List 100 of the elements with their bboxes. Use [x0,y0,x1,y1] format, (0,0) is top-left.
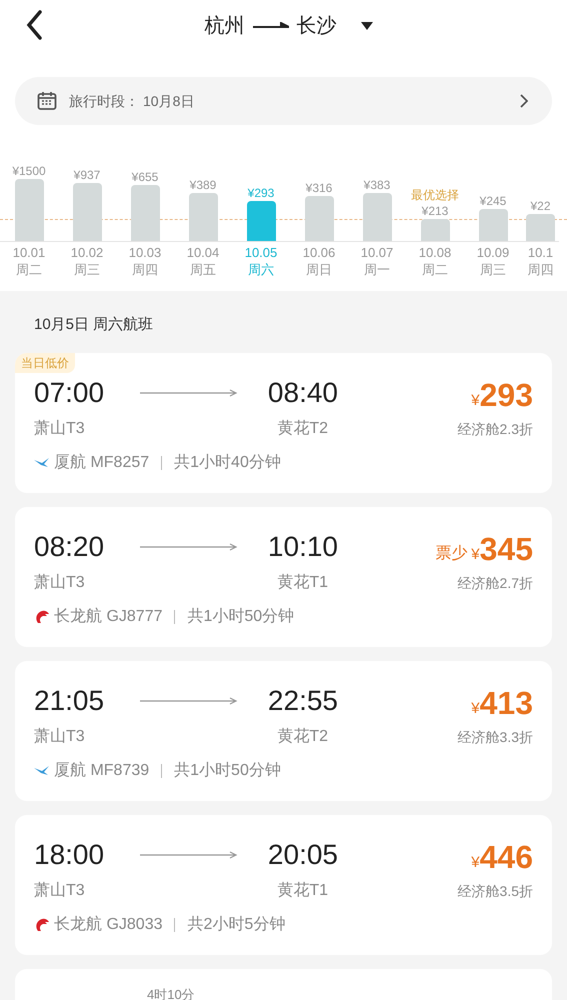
flight-card[interactable]: 当日低价 07:00 08:40 萧山T3 黄花T2 厦航 MF8257 共1小时40分钟 ¥293 经济舱2.3折 [15,352,552,492]
chevron-right-icon [520,94,528,108]
travel-period-label: 旅行时段： [69,92,139,110]
arrival-terminal: 黄花T2 [277,418,328,438]
date-price: ¥389 [190,178,216,193]
flight-card[interactable]: 4时10分 [15,968,552,1000]
arrival-time: 22:55 [266,686,338,714]
date-label: 10.01 [12,245,46,261]
price-bar [72,183,102,241]
date-price-item[interactable]: ¥293 10.05 周六 [232,161,290,291]
price: 345 [480,532,533,564]
cabin-discount: 经济舱3.3折 [458,728,533,746]
low-price-badge: 当日低价 [15,352,75,372]
departure-time: 07:00 [34,378,106,406]
date-label: 10.07 [360,245,394,261]
bird-icon [34,458,50,468]
travel-period-value: 10月8日 [143,92,194,110]
arrow-icon [140,850,238,858]
price-bar [188,193,218,241]
date-label: 10.02 [70,245,104,261]
weekday-label: 周三 [480,261,506,279]
dropdown-caret-icon[interactable] [360,22,372,30]
flight-duration: 4时10分 [147,986,195,1000]
weekday-label: 周三 [74,261,100,279]
date-label: 10.09 [476,245,510,261]
arrow-icon [140,388,238,396]
date-price-item[interactable]: ¥937 10.02 周三 [58,161,116,291]
date-price-item[interactable]: ¥245 10.09 周三 [464,161,522,291]
weekday-label: 周一 [364,261,390,279]
bird-icon [34,766,50,776]
flight-info: 厦航 MF8739 [54,760,150,780]
arrival-terminal: 黄花T1 [277,880,328,900]
arrow-icon [140,542,238,550]
departure-terminal: 萧山T3 [34,726,85,746]
departure-terminal: 萧山T3 [34,572,85,592]
date-price-item[interactable]: ¥22 10.1 周四 [522,161,559,291]
weekday-label: 周四 [528,261,554,279]
date-price: ¥293 [248,186,274,201]
price-bar [304,196,334,241]
departure-time: 18:00 [34,840,106,868]
flight-duration: 共1小时50分钟 [187,606,294,626]
calendar-icon [37,91,57,111]
date-label: 10.03 [128,245,162,261]
cabin-discount: 经济舱3.5折 [458,882,533,900]
date-price: ¥316 [306,181,332,196]
cabin-discount: 经济舱2.7折 [458,574,533,592]
price-bar [14,179,44,241]
arrival-terminal: 黄花T1 [277,572,328,592]
date-price-item[interactable]: ¥1500 10.01 周二 [0,161,58,291]
flight-info: 长龙航 GJ8777 [54,606,162,626]
date-price-item[interactable]: ¥389 10.04 周五 [174,161,232,291]
section-title: 10月5日 周六航班 [33,315,154,335]
date-label: 10.1 [528,245,554,261]
date-label: 10.04 [186,245,220,261]
date-price-item[interactable]: ¥383 10.07 周一 [348,161,406,291]
date-price: ¥1500 [12,164,46,179]
price: 446 [480,840,533,872]
arrow-icon [252,22,288,30]
arrival-time: 10:10 [266,532,338,560]
currency-symbol: ¥ [471,392,480,408]
departure-time: 21:05 [34,686,106,714]
weekday-label: 周六 [248,261,274,279]
date-price-item[interactable]: ¥655 10.03 周四 [116,161,174,291]
flight-info: 长龙航 GJ8033 [54,914,162,934]
flight-info: 厦航 MF8257 [54,452,150,472]
few-tickets-label: 票少 [435,546,468,562]
travel-period-bar[interactable]: 旅行时段： 10月8日 [15,77,552,125]
flight-card[interactable]: 18:00 20:05 萧山T3 黄花T1 长龙航 GJ8033 共2小时5分钟 ¥446 经济舱3.5折 [15,814,552,954]
date-price: ¥655 [132,170,158,185]
currency-symbol: ¥ [471,700,480,716]
flight-card[interactable]: 21:05 22:55 萧山T3 黄花T2 厦航 MF8739 共1小时50分钟 ¥413 经济舱3.3折 [15,660,552,800]
departure-terminal: 萧山T3 [34,418,85,438]
currency-symbol: ¥ [471,854,480,870]
departure-terminal: 萧山T3 [34,880,85,900]
weekday-label: 周日 [306,261,332,279]
dragon-icon [34,608,50,624]
date-price: ¥213 [422,204,448,219]
back-icon[interactable] [26,10,42,40]
flight-duration: 共1小时50分钟 [174,760,281,780]
price-bar [526,214,555,241]
best-choice-label: 最优选择 [411,187,459,204]
date-price: ¥22 [530,199,551,214]
weekday-label: 周二 [16,261,42,279]
price-bar [246,201,276,241]
flight-duration: 共1小时40分钟 [174,452,281,472]
date-price: ¥383 [364,178,390,193]
arrival-time: 20:05 [266,840,338,868]
weekday-label: 周四 [132,261,158,279]
weekday-label: 周二 [422,261,448,279]
date-label: 10.05 [244,245,278,261]
date-price-item[interactable]: ¥316 10.06 周日 [290,161,348,291]
price: 293 [480,378,533,410]
flight-card[interactable]: 08:20 10:10 萧山T3 黄花T1 长龙航 GJ8777 共1小时50分钟 票少 ¥345 经济舱2.7折 [15,506,552,646]
price-bar [420,219,450,241]
arrival-terminal: 黄花T2 [277,726,328,746]
date-price: ¥937 [74,168,100,183]
date-price-item[interactable]: 最优选择 ¥213 10.08 周二 [406,161,464,291]
departure-time: 08:20 [34,532,106,560]
date-price: ¥245 [480,194,506,209]
destination-city: 长沙 [296,14,336,39]
